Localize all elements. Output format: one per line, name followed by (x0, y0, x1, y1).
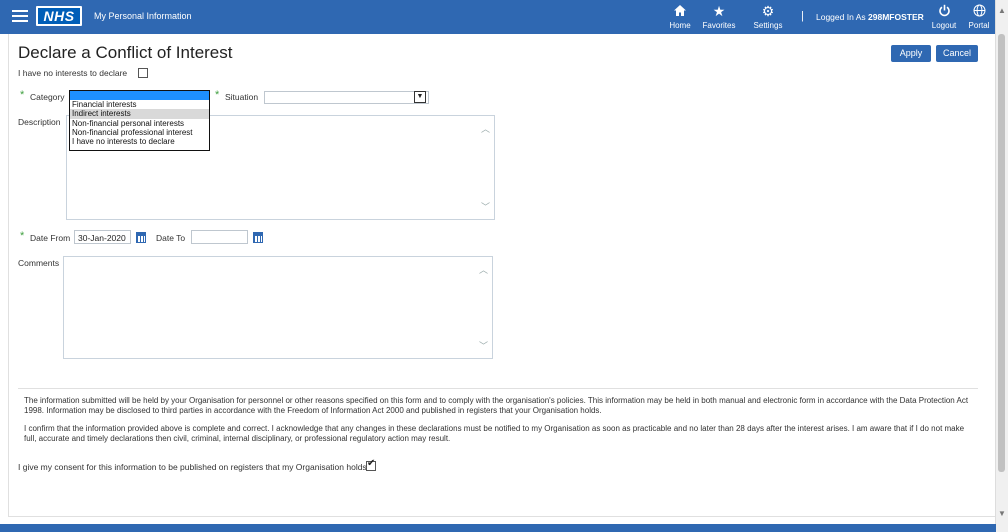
consent-checkbox[interactable]: ✔ (366, 458, 376, 471)
logged-in-prefix: Logged In As (816, 12, 866, 22)
category-option-nonfinancial-professional[interactable]: Non-financial professional interest (70, 128, 209, 137)
no-interests-label: I have no interests to declare (18, 68, 128, 78)
divider (18, 388, 978, 389)
cancel-button[interactable]: Cancel (936, 45, 978, 62)
category-option-financial[interactable]: Financial interests (70, 100, 209, 109)
star-icon: ★ (712, 3, 726, 19)
checkmark-icon: ✔ (367, 458, 376, 469)
comments-textarea[interactable]: ︿ ﹀ (63, 256, 493, 359)
nav-separator: | (801, 10, 804, 22)
comments-label: Comments (18, 258, 60, 268)
situation-required-icon: * (215, 89, 220, 101)
category-option-no-interests[interactable]: I have no interests to declare (70, 137, 209, 146)
category-required-icon: * (20, 89, 25, 101)
category-option-nonfinancial-personal[interactable]: Non-financial personal interests (70, 119, 209, 128)
bottom-bar (0, 524, 996, 532)
category-option-blank[interactable] (70, 91, 209, 101)
scroll-down-arrow-icon[interactable]: ▼ (998, 509, 1006, 518)
page-title: Declare a Conflict of Interest (18, 43, 233, 62)
page-scrollbar[interactable]: ▲ ▼ (995, 0, 1008, 532)
nav-favorites[interactable]: ★ Favorites (700, 4, 738, 30)
top-bar: NHS My Personal Information Home ★ Favor… (0, 0, 996, 34)
nav-settings[interactable]: ⚙ Settings (752, 4, 784, 30)
date-from-label: Date From (30, 233, 71, 243)
home-icon (668, 4, 692, 18)
calendar-icon[interactable] (253, 232, 263, 243)
confirmation-statement: I confirm that the information provided … (24, 424, 965, 443)
date-to-label: Date To (156, 233, 186, 243)
category-label: Category (30, 92, 65, 102)
description-label: Description (18, 117, 61, 127)
globe-icon (967, 4, 991, 18)
calendar-icon[interactable] (136, 232, 146, 243)
scroll-up-icon[interactable]: ︿ (479, 263, 488, 276)
consent-label: I give my consent for this information t… (18, 462, 370, 472)
date-to-input[interactable] (191, 230, 248, 244)
nav-home[interactable]: Home (668, 4, 692, 30)
nav-favorites-label: Favorites (702, 21, 736, 30)
nav-portal[interactable]: Portal (967, 4, 991, 30)
data-protection-notice: The information submitted will be held b… (24, 396, 969, 415)
nav-home-label: Home (669, 21, 691, 30)
date-from-input[interactable]: 30-Jan-2020 (74, 230, 131, 244)
gear-icon: ⚙ (761, 3, 775, 19)
nav-logout-label: Logout (931, 21, 957, 30)
logged-in-status: Logged In As 298MFOSTER (816, 12, 924, 22)
nhs-logo[interactable]: NHS (36, 6, 82, 26)
scroll-down-icon[interactable]: ﹀ (479, 339, 488, 352)
power-icon (931, 4, 957, 18)
scrollbar-thumb[interactable] (998, 34, 1005, 472)
no-interests-checkbox[interactable] (138, 68, 148, 78)
category-option-indirect[interactable]: Indirect interests (70, 109, 209, 119)
date-from-required-icon: * (20, 230, 25, 242)
nav-portal-label: Portal (968, 21, 990, 30)
category-dropdown-list[interactable]: Financial interests Indirect interests N… (69, 90, 210, 151)
menu-icon[interactable] (12, 10, 28, 22)
logged-in-user: 298MFOSTER (868, 12, 924, 22)
situation-select[interactable] (264, 91, 429, 104)
apply-button[interactable]: Apply (891, 45, 931, 62)
scroll-up-icon[interactable]: ︿ (481, 122, 490, 135)
situation-label: Situation (225, 92, 259, 102)
nav-logout[interactable]: Logout (931, 4, 957, 30)
app-title: My Personal Information (94, 11, 192, 21)
scroll-up-arrow-icon[interactable]: ▲ (998, 6, 1006, 15)
nav-settings-label: Settings (753, 21, 783, 30)
scroll-down-icon[interactable]: ﹀ (481, 200, 490, 213)
chevron-down-icon[interactable]: ▼ (414, 91, 426, 103)
logo-text: NHS (38, 8, 80, 24)
